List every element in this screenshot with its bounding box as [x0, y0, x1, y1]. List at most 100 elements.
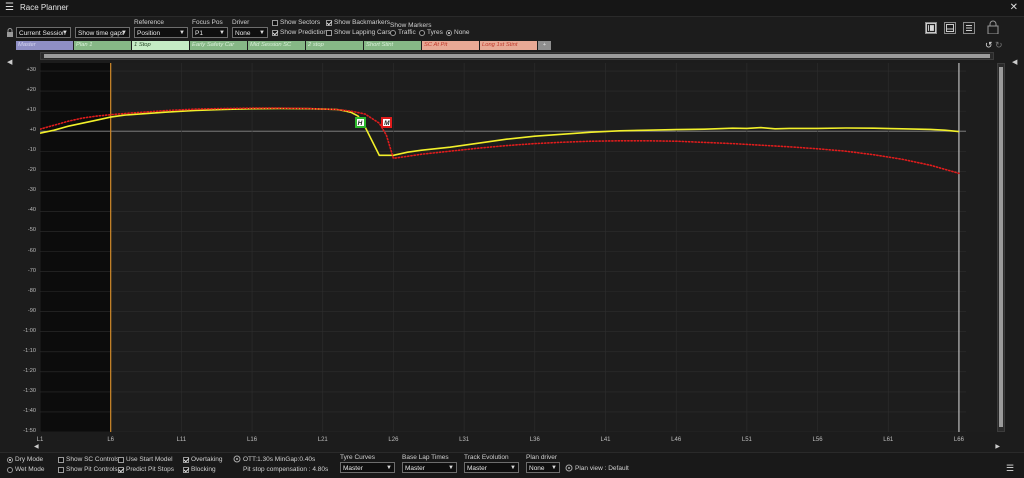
strategy-tab-early-safety-car[interactable]: Early Safety Car [190, 41, 247, 50]
y-tick-label: -1:50 [23, 428, 36, 434]
y-tick-label: -30 [27, 187, 36, 194]
bottom-scroll-track[interactable]: ◀ ▶ [34, 444, 1000, 451]
predict-pit-stops-checkbox[interactable]: Predict Pit Stops [118, 466, 174, 473]
x-tick-label: L56 [812, 437, 823, 443]
base-lap-times-label: Base Lap Times [402, 454, 449, 461]
marker-traffic-radio[interactable]: Traffic [390, 29, 416, 36]
redo-icon[interactable]: ↻ [995, 40, 1003, 51]
x-tick-label: L11 [176, 437, 187, 443]
past-laps-shade [40, 63, 111, 432]
x-tick-label: L61 [883, 437, 894, 443]
show-sc-controls-checkbox[interactable]: Show SC Controls [58, 456, 119, 463]
pit-compensation: Pit stop compensation : 4.80s [243, 466, 329, 473]
view-list-icon[interactable] [963, 22, 975, 34]
focus-pos-select[interactable]: P1 ▼ [192, 27, 228, 38]
gaps-mode-select[interactable]: Show time gaps ▼ [75, 27, 130, 38]
x-tick-label: L66 [953, 437, 964, 443]
y-tick-label: -10 [27, 147, 36, 154]
y-tick-label: -40 [27, 207, 36, 214]
x-tick-label: L31 [459, 437, 470, 443]
lock-icon[interactable] [987, 20, 999, 35]
plan-driver-label: Plan driver [526, 454, 558, 461]
y-tick-label: -90 [27, 307, 36, 314]
scroll-right-icon[interactable]: ▶ [995, 443, 1000, 450]
vscrollbar-thumb[interactable] [999, 67, 1003, 427]
close-icon[interactable]: ✕ [1010, 2, 1018, 13]
horizontal-scrollbar[interactable] [40, 52, 994, 60]
series-line-0 [40, 107, 959, 157]
pit-marker-h[interactable]: H [354, 117, 366, 129]
view-split-icon[interactable] [944, 22, 956, 34]
use-start-model-checkbox[interactable]: Use Start Model [118, 456, 173, 463]
settings-icon[interactable] [565, 464, 573, 472]
strategy-tab-long-1st-stint[interactable]: Long 1st Stint [480, 41, 537, 50]
strategy-tab-2-stop[interactable]: 2 stop [306, 41, 363, 50]
show-sectors-checkbox[interactable]: Show Sectors [272, 19, 320, 26]
driver-label: Driver [232, 19, 250, 26]
menu-icon[interactable]: ☰ [5, 3, 14, 13]
lock-icon[interactable] [6, 28, 14, 37]
y-tick-label: +10 [26, 107, 37, 114]
overtaking-checkbox[interactable]: Overtaking [183, 456, 222, 463]
strategy-tab-short-stint[interactable]: Short Stint [364, 41, 421, 50]
strategy-tab-mid-session-sc[interactable]: Mid Session SC [248, 41, 305, 50]
pit-marker-m[interactable]: M [381, 117, 393, 129]
gap-chart[interactable] [40, 63, 996, 432]
strategy-tab-add[interactable]: + [538, 41, 551, 50]
marker-tyres-radio[interactable]: Tyres [419, 29, 443, 36]
x-tick-label: L46 [671, 437, 682, 443]
reference-label: Reference [134, 19, 164, 26]
track-evolution-select[interactable]: Master ▼ [464, 462, 519, 473]
y-tick-label: -1:30 [23, 387, 36, 394]
track-evolution-label: Track Evolution [464, 454, 509, 461]
y-tick-label: -60 [27, 247, 36, 254]
blocking-checkbox[interactable]: Blocking [183, 466, 216, 473]
y-tick-label: -80 [27, 287, 36, 294]
bottom-panel: Dry Mode Wet Mode Show SC Controls Show … [0, 452, 1024, 478]
strategy-tab-sc-at-pit[interactable]: SC At Pit [422, 41, 479, 50]
x-tick-label: L6 [107, 437, 115, 443]
driver-select[interactable]: None ▼ [232, 27, 268, 38]
plan-driver-select[interactable]: None ▼ [526, 462, 560, 473]
undo-icon[interactable]: ↺ [985, 40, 993, 51]
focus-pos-label: Focus Pos [192, 19, 223, 26]
show-lapping-cars-checkbox[interactable]: Show Lapping Cars [326, 29, 391, 36]
wet-mode-radio[interactable]: Wet Mode [7, 466, 45, 473]
collapse-right-icon[interactable]: ◀ [1012, 58, 1017, 66]
y-tick-label: +0 [29, 127, 36, 134]
y-tick-label: -20 [27, 167, 36, 174]
x-tick-label: L21 [317, 437, 328, 443]
scroll-left-icon[interactable]: ◀ [34, 443, 39, 450]
x-tick-label: L16 [247, 437, 258, 443]
y-tick-label: -1:20 [23, 367, 36, 374]
hamburger-icon[interactable]: ☰ [1006, 463, 1014, 474]
strategy-tab-1-stop[interactable]: 1 Stop [132, 41, 189, 50]
show-backmarkers-checkbox[interactable]: Show Backmarkers [326, 19, 390, 26]
window-title: Race Planner [20, 3, 69, 12]
session-select[interactable]: Current Session ▼ [16, 27, 71, 38]
x-tick-label: L41 [600, 437, 611, 443]
base-lap-times-select[interactable]: Master ▼ [402, 462, 457, 473]
tyre-curves-select[interactable]: Master ▼ [340, 462, 395, 473]
title-bar: ☰ Race Planner ✕ [0, 0, 1024, 17]
race-plot[interactable] [40, 63, 996, 432]
marker-none-radio[interactable]: None [446, 29, 470, 36]
plan-view-label: Plan view : Default [575, 465, 629, 472]
show-markers-label: Show Markers [390, 22, 432, 29]
settings-icon[interactable] [233, 455, 241, 463]
ott-info: OTT:1.30s MinGap:0.40s [243, 456, 316, 463]
vertical-scrollbar[interactable] [997, 63, 1005, 432]
strategy-tab-plan-1[interactable]: Plan 1 [74, 41, 131, 50]
scrollbar-thumb[interactable] [44, 54, 990, 58]
strategy-tab-master[interactable]: Master [16, 41, 73, 50]
view-single-icon[interactable] [925, 22, 937, 34]
reference-select[interactable]: Position ▼ [134, 27, 188, 38]
x-tick-label: L36 [529, 437, 540, 443]
show-prediction-checkbox[interactable]: Show Prediction [272, 29, 327, 36]
y-tick-label: -1:10 [23, 347, 36, 354]
y-tick-label: +20 [26, 87, 37, 94]
dry-mode-radio[interactable]: Dry Mode [7, 456, 43, 463]
show-pit-controls-checkbox[interactable]: Show Pit Controls [58, 466, 118, 473]
collapse-left-icon[interactable]: ◀ [7, 58, 12, 66]
y-tick-label: -1:40 [23, 407, 36, 414]
